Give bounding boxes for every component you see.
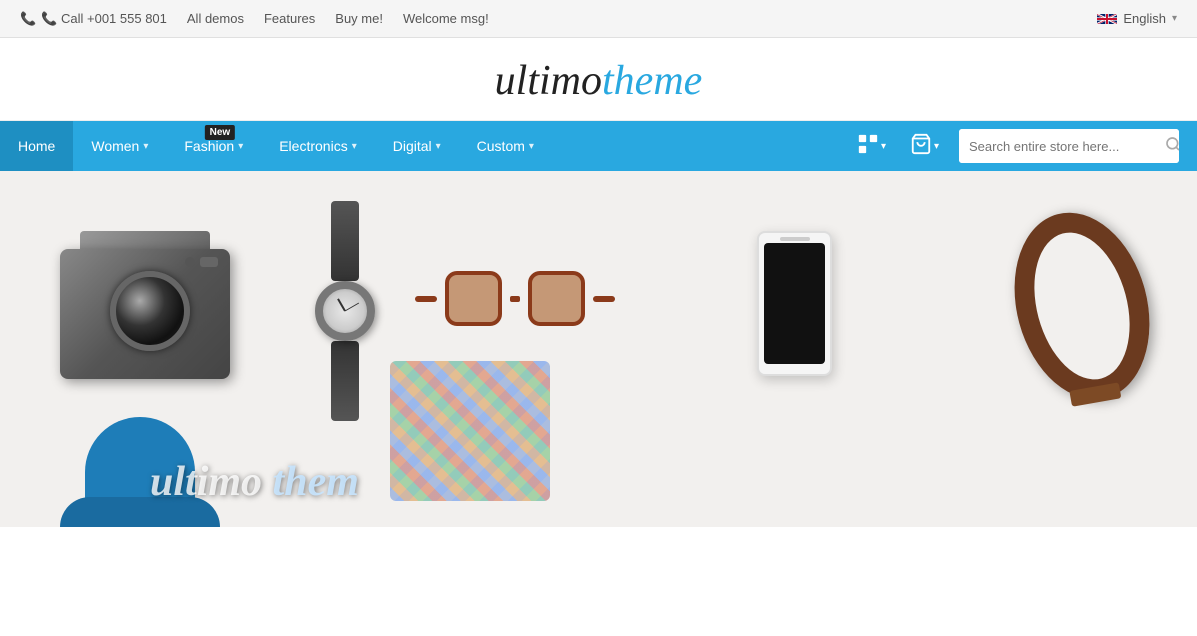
flag-icon — [1097, 12, 1117, 26]
sunglasses-item — [415, 271, 615, 371]
phone-number: 📞 📞 Call +001 555 801 — [20, 11, 167, 27]
logo-area: ultimotheme — [0, 38, 1197, 121]
buy-me-link[interactable]: Buy me! — [335, 11, 383, 26]
fashion-chevron-icon: ▾ — [238, 141, 243, 152]
cart-button[interactable]: ▾ — [898, 121, 951, 171]
nav-right: ▾ ▾ — [845, 121, 1187, 171]
nav-electronics[interactable]: Electronics ▾ — [261, 121, 375, 171]
hero-section: ultimo them — [0, 171, 1197, 527]
fashion-badge: New — [205, 125, 236, 140]
top-bar: 📞 📞 Call +001 555 801 All demos Features… — [0, 0, 1197, 38]
language-label: English — [1123, 11, 1166, 26]
language-switcher[interactable]: English ▾ — [1097, 11, 1177, 26]
logo-part1: ultimo — [495, 58, 602, 104]
search-button[interactable] — [1155, 129, 1179, 163]
compare-icon — [857, 133, 879, 160]
phone-text: 📞 Call +001 555 801 — [41, 11, 167, 27]
nav-custom[interactable]: Custom ▾ — [459, 121, 552, 171]
nav-items: Home Women ▾ New Fashion ▾ Electronics ▾… — [0, 121, 845, 171]
electronics-chevron-icon: ▾ — [352, 141, 357, 152]
hero-text-overlay: ultimo them — [150, 452, 359, 507]
compare-button[interactable]: ▾ — [845, 121, 898, 171]
digital-chevron-icon: ▾ — [436, 141, 441, 152]
main-nav: Home Women ▾ New Fashion ▾ Electronics ▾… — [0, 121, 1197, 171]
nav-women[interactable]: Women ▾ — [73, 121, 166, 171]
site-logo[interactable]: ultimotheme — [495, 58, 703, 104]
nav-fashion[interactable]: New Fashion ▾ — [166, 121, 261, 171]
search-box — [959, 129, 1179, 163]
language-chevron-icon: ▾ — [1172, 13, 1177, 24]
phone-item — [757, 231, 837, 391]
logo-part2: theme — [602, 58, 702, 104]
compare-chevron-icon: ▾ — [881, 141, 886, 152]
hero-image: ultimo them — [0, 171, 1197, 527]
custom-chevron-icon: ▾ — [529, 141, 534, 152]
phone-icon: 📞 — [20, 11, 36, 27]
cart-chevron-icon: ▾ — [934, 141, 939, 152]
nav-digital[interactable]: Digital ▾ — [375, 121, 459, 171]
features-link[interactable]: Features — [264, 11, 315, 26]
all-demos-link[interactable]: All demos — [187, 11, 244, 26]
nav-home[interactable]: Home — [0, 121, 73, 171]
women-chevron-icon: ▾ — [143, 141, 148, 152]
cart-icon — [910, 133, 932, 160]
search-icon — [1165, 136, 1179, 157]
camera-item — [60, 231, 240, 391]
top-bar-left: 📞 📞 Call +001 555 801 All demos Features… — [20, 11, 489, 27]
shirt-item — [390, 361, 570, 521]
watch-item — [305, 201, 385, 421]
welcome-msg-link[interactable]: Welcome msg! — [403, 11, 489, 26]
leather-strap-item — [1017, 211, 1167, 431]
search-input[interactable] — [959, 129, 1155, 163]
